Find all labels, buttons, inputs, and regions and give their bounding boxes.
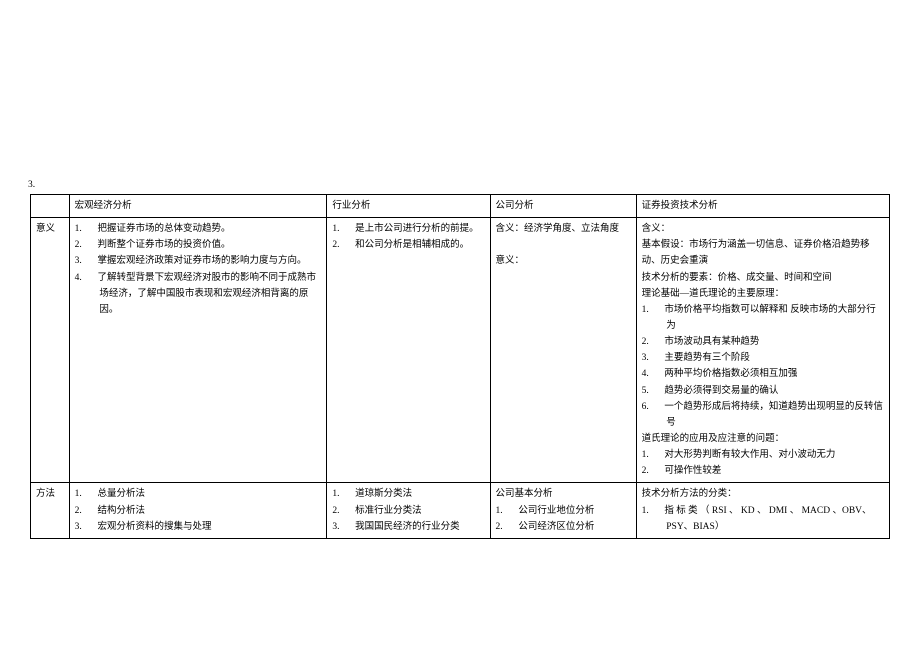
method-company-2: 公司经济区位分析 — [518, 522, 594, 532]
method-macro-3: 宏观分析资料的搜集与处理 — [97, 522, 211, 532]
method-industry-1: 道琼斯分类法 — [355, 489, 412, 499]
tech-dow-issues-label: 道氏理论的应用及应注意的问题： — [642, 431, 884, 447]
cell-method-company: 公司基本分析 1.公司行业地位分析 2.公司经济区位分析 — [490, 483, 636, 538]
method-macro-1: 总量分析法 — [97, 489, 145, 499]
header-rowlabel — [31, 195, 70, 218]
cell-meaning-technical: 含义： 基本假设：市场行为涵盖一切信息、证券价格沿趋势移动、历史会重演 技术分析… — [636, 218, 889, 483]
meaning-industry-1: 是上市公司进行分析的前提。 — [355, 224, 479, 234]
rowlabel-meaning: 意义 — [31, 218, 70, 483]
header-company: 公司分析 — [490, 195, 636, 218]
meaning-company-yiyi: 意义： — [496, 253, 631, 269]
method-technical-header: 技术分析方法的分类： — [642, 486, 884, 502]
method-technical-1: 指 标 类 （ RSI 、 KD 、 DMI 、 MACD 、OBV、PSY、B… — [664, 506, 871, 532]
method-industry-3: 我国国民经济的行业分类 — [355, 522, 460, 532]
tech-dow-issue-2: 可操作性较差 — [664, 466, 721, 476]
cell-method-industry: 1.道琼斯分类法 2.标准行业分类法 3.我国国民经济的行业分类 — [327, 483, 490, 538]
table-header-row: 宏观经济分析 行业分析 公司分析 证券投资技术分析 — [31, 195, 890, 218]
method-company-header: 公司基本分析 — [496, 486, 631, 502]
rowlabel-method: 方法 — [31, 483, 70, 538]
tech-elements: 技术分析的要素：价格、成交量、时间和空间 — [642, 270, 884, 286]
cell-meaning-macro: 1.把握证券市场的总体变动趋势。 2.判断整个证券市场的投资价值。 3.掌握宏观… — [69, 218, 327, 483]
tech-theory-basis: 理论基础—道氏理论的主要原理： — [642, 286, 884, 302]
row-meaning: 意义 1.把握证券市场的总体变动趋势。 2.判断整个证券市场的投资价值。 3.掌… — [31, 218, 890, 483]
cell-method-macro: 1.总量分析法 2.结构分析法 3.宏观分析资料的搜集与处理 — [69, 483, 327, 538]
tech-theory-3: 主要趋势有三个阶段 — [664, 353, 750, 363]
method-industry-2: 标准行业分类法 — [355, 506, 422, 516]
meaning-macro-2: 判断整个证券市场的投资价值。 — [97, 240, 230, 250]
tech-theory-5: 趋势必须得到交易量的确认 — [664, 386, 778, 396]
meaning-macro-4: 了解转型背景下宏观经济对股市的影响不同于成熟市场经济，了解中国股市表现和宏观经济… — [97, 273, 316, 315]
meaning-macro-3: 掌握宏观经济政策对证券市场的影响力度与方向。 — [97, 256, 306, 266]
tech-assumption: 基本假设：市场行为涵盖一切信息、证券价格沿趋势移动、历史会重演 — [642, 237, 884, 269]
header-macro: 宏观经济分析 — [69, 195, 327, 218]
tech-def-label: 含义： — [642, 221, 884, 237]
cell-meaning-industry: 1.是上市公司进行分析的前提。 2.和公司分析是相辅相成的。 — [327, 218, 490, 483]
header-technical: 证券投资技术分析 — [636, 195, 889, 218]
meaning-macro-1: 把握证券市场的总体变动趋势。 — [97, 224, 230, 234]
method-company-1: 公司行业地位分析 — [518, 506, 594, 516]
method-macro-2: 结构分析法 — [97, 506, 145, 516]
tech-theory-6: 一个趋势形成后将持续，知道趋势出现明显的反转信号 — [664, 402, 883, 428]
meaning-company-def: 含义：经济学角度、立法角度 — [496, 221, 631, 237]
page-number: 3. — [28, 180, 890, 190]
cell-method-technical: 技术分析方法的分类： 1.指 标 类 （ RSI 、 KD 、 DMI 、 MA… — [636, 483, 889, 538]
tech-dow-issue-1: 对大形势判断有较大作用、对小波动无力 — [664, 450, 835, 460]
meaning-industry-2: 和公司分析是相辅相成的。 — [355, 240, 469, 250]
tech-theory-4: 两种平均价格指数必须相互加强 — [664, 369, 797, 379]
row-method: 方法 1.总量分析法 2.结构分析法 3.宏观分析资料的搜集与处理 1.道琼斯分… — [31, 483, 890, 538]
header-industry: 行业分析 — [327, 195, 490, 218]
analysis-table: 宏观经济分析 行业分析 公司分析 证券投资技术分析 意义 1.把握证券市场的总体… — [30, 194, 890, 539]
tech-theory-2: 市场波动具有某种趋势 — [664, 337, 759, 347]
tech-theory-1: 市场价格平均指数可以解释和 反映市场的大部分行为 — [664, 305, 875, 331]
cell-meaning-company: 含义：经济学角度、立法角度 意义： — [490, 218, 636, 483]
